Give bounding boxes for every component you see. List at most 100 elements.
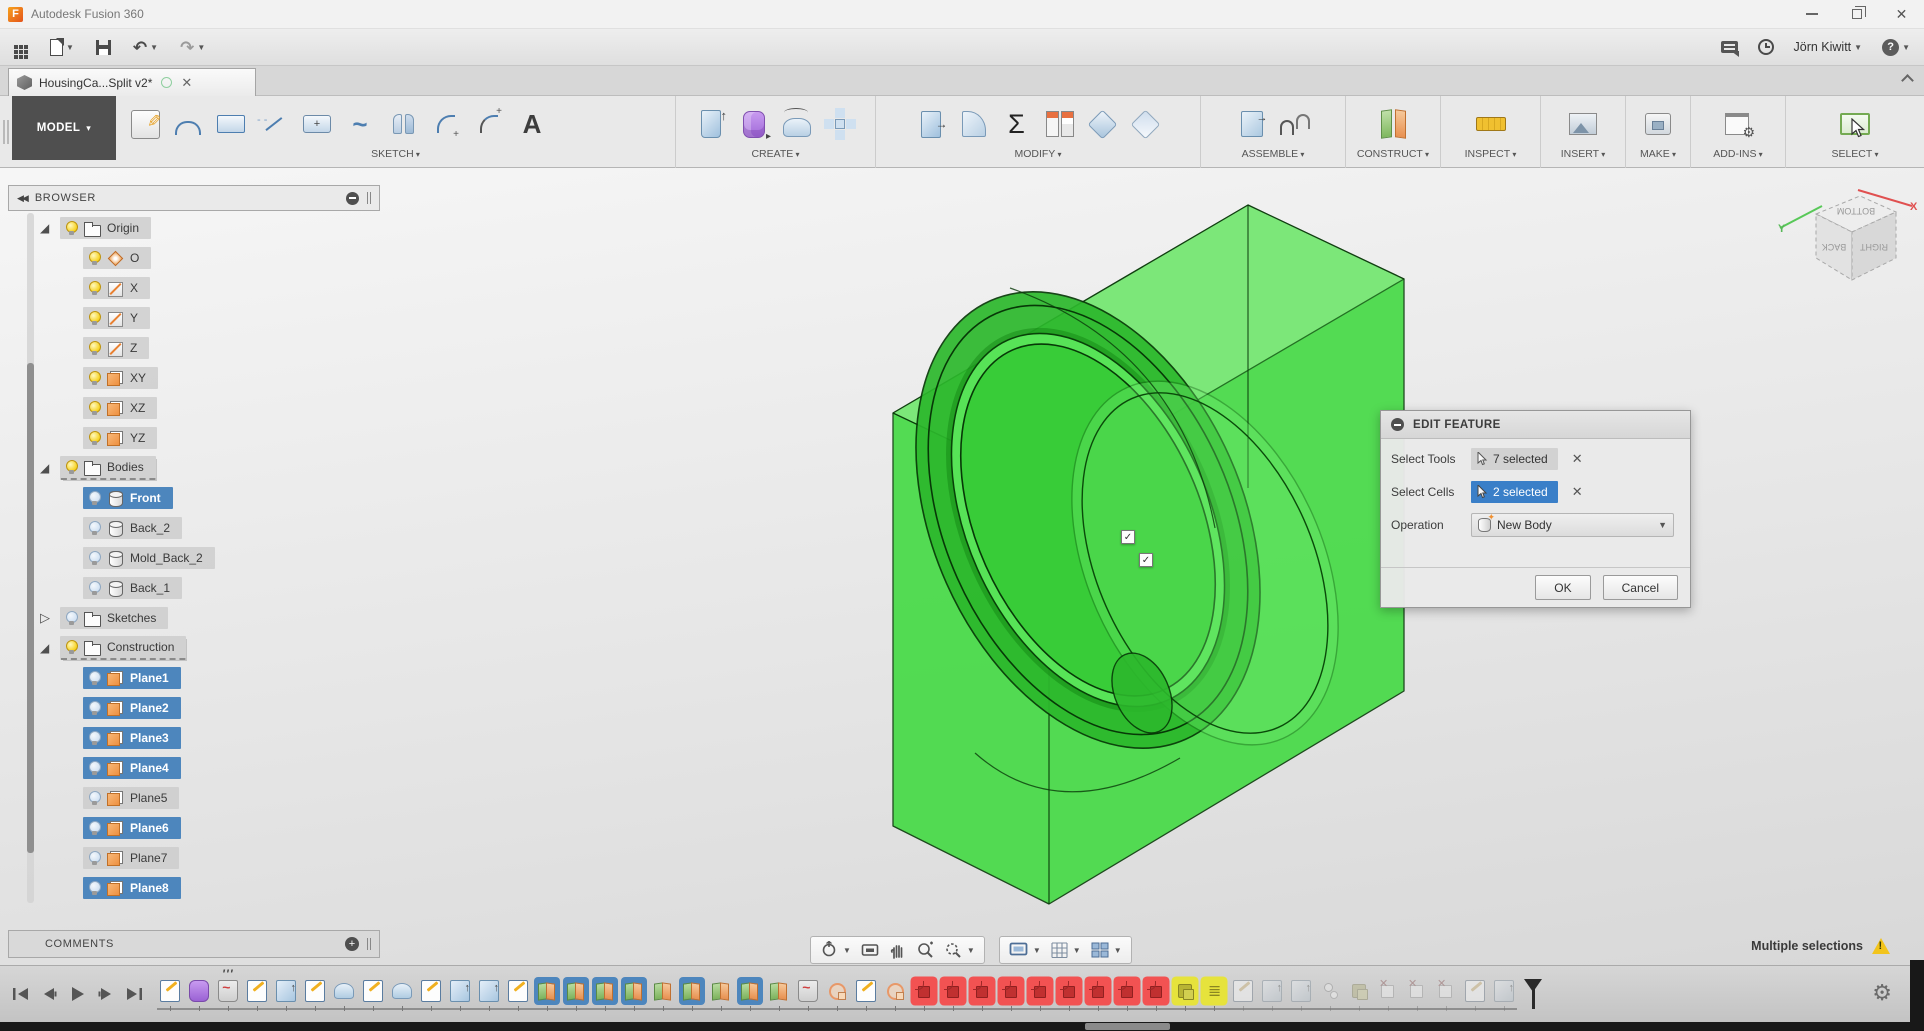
timeline-feature[interactable]	[1348, 979, 1370, 1011]
rectangle-icon[interactable]	[214, 104, 248, 144]
timeline-feature[interactable]	[159, 979, 181, 1011]
visibility-bulb-icon[interactable]	[89, 280, 101, 296]
select-cells-chip[interactable]: 2 selected	[1471, 480, 1558, 503]
tree-item[interactable]: Front	[0, 483, 372, 513]
tree-item-chip[interactable]: Origin	[60, 217, 152, 239]
tree-item[interactable]: Plane3	[0, 723, 372, 753]
timeline-feature[interactable]	[304, 979, 326, 1011]
timeline-feature[interactable]	[1261, 979, 1283, 1011]
app-grid-menu-icon[interactable]	[14, 45, 18, 49]
visibility-bulb-icon[interactable]	[89, 790, 101, 806]
tree-item-chip[interactable]: Plane5	[83, 787, 180, 809]
menu-modify[interactable]: MODIFY	[876, 148, 1200, 168]
close-button[interactable]: ✕	[1879, 0, 1924, 28]
parameters-icon[interactable]	[1000, 104, 1034, 144]
tree-item[interactable]: Y	[0, 303, 372, 333]
timeline-feature[interactable]	[1029, 978, 1051, 1011]
timeline-feature[interactable]	[942, 978, 964, 1011]
menu-inspect[interactable]: INSPECT	[1441, 148, 1540, 168]
tree-item[interactable]: Mold_Back_2	[0, 543, 372, 573]
zoom-window-button[interactable]: ▼	[944, 941, 975, 959]
chamfer-icon[interactable]	[1086, 104, 1120, 144]
visibility-bulb-icon[interactable]	[89, 340, 101, 356]
expand-toggle-icon[interactable]	[40, 641, 60, 655]
panel-minus-icon[interactable]	[346, 191, 359, 205]
timeline-feature[interactable]	[1145, 978, 1167, 1011]
revolve-icon[interactable]	[780, 104, 814, 144]
timeline-scrollbar[interactable]	[0, 1022, 1924, 1031]
tree-item[interactable]: Back_2	[0, 513, 372, 543]
arc-center-icon[interactable]	[472, 104, 506, 144]
look-at-button[interactable]	[861, 942, 879, 958]
view-cube[interactable]: BOTTOM BACK RIGHT Y X	[1770, 180, 1920, 305]
text-icon[interactable]	[515, 104, 549, 144]
visibility-bulb-icon[interactable]	[89, 550, 101, 566]
display-settings-button[interactable]: ▼	[1009, 942, 1041, 958]
visibility-bulb-icon[interactable]	[89, 820, 101, 836]
line-icon[interactable]	[257, 104, 291, 144]
tree-item[interactable]: Plane2	[0, 693, 372, 723]
notifications-button[interactable]	[1720, 41, 1739, 57]
timeline-position-marker[interactable]	[1523, 978, 1543, 1009]
timeline-feature[interactable]	[855, 979, 877, 1011]
timeline-feature[interactable]	[507, 979, 529, 1011]
tree-item-chip[interactable]: Mold_Back_2	[83, 547, 215, 569]
visibility-bulb-icon[interactable]	[89, 250, 101, 266]
viewports-button[interactable]: ▼	[1091, 942, 1122, 958]
clear-selection-icon[interactable]: ✕	[1572, 451, 1583, 467]
sketch-fillet-icon[interactable]	[429, 104, 463, 144]
measure-icon[interactable]	[1474, 104, 1508, 144]
extrude-icon[interactable]	[694, 104, 728, 144]
timeline-scrollbar-thumb[interactable]	[1085, 1023, 1170, 1030]
timeline-feature[interactable]	[913, 978, 935, 1011]
menu-assemble[interactable]: ASSEMBLE	[1201, 148, 1345, 168]
tree-item[interactable]: Construction	[0, 633, 372, 663]
shell-icon[interactable]	[1129, 104, 1163, 144]
tree-item[interactable]: Plane1	[0, 663, 372, 693]
tree-item[interactable]: Plane6	[0, 813, 372, 843]
visibility-bulb-icon[interactable]	[89, 730, 101, 746]
tree-item[interactable]: XY	[0, 363, 372, 393]
timeline-feature[interactable]	[594, 978, 616, 1011]
timeline-feature[interactable]	[652, 979, 674, 1011]
toolbar-grip[interactable]	[0, 96, 12, 167]
visibility-bulb-icon[interactable]	[89, 400, 101, 416]
tree-item-chip[interactable]: Y	[83, 307, 151, 329]
slot-icon[interactable]	[300, 104, 334, 144]
zoom-button[interactable]	[916, 941, 934, 959]
tree-item-chip[interactable]: XZ	[83, 397, 158, 419]
tree-item[interactable]: Plane8	[0, 873, 372, 903]
menu-sketch[interactable]: SKETCH	[116, 148, 675, 168]
user-account-menu[interactable]: Jörn Kiwitt ▼	[1794, 40, 1863, 54]
3d-print-icon[interactable]	[1641, 104, 1675, 144]
pan-button[interactable]	[889, 942, 906, 959]
tree-item[interactable]: Back_1	[0, 573, 372, 603]
timeline-feature[interactable]	[826, 979, 848, 1011]
clear-selection-icon[interactable]: ✕	[1572, 484, 1583, 500]
timeline-feature[interactable]	[449, 979, 471, 1011]
timeline-feature[interactable]	[1232, 979, 1254, 1011]
minimize-button[interactable]	[1789, 0, 1834, 28]
timeline-feature[interactable]	[681, 978, 703, 1011]
tree-item[interactable]: YZ	[0, 423, 372, 453]
document-tab[interactable]: HousingCa...Split v2* ✕	[8, 68, 256, 96]
tree-item-chip[interactable]: Plane3	[83, 727, 181, 749]
timeline-feature[interactable]	[1087, 978, 1109, 1011]
timeline-feature[interactable]	[478, 979, 500, 1011]
tree-item[interactable]: Plane4	[0, 753, 372, 783]
timeline-settings-gear-icon[interactable]: ⚙	[1872, 980, 1892, 1006]
create-sketch-icon[interactable]	[128, 104, 162, 144]
press-pull-icon[interactable]	[914, 104, 948, 144]
dialog-header[interactable]: EDIT FEATURE	[1381, 411, 1690, 439]
panel-resize-handle[interactable]	[367, 938, 371, 950]
comments-panel[interactable]: COMMENTS +	[8, 930, 380, 958]
pattern-icon[interactable]	[823, 104, 857, 144]
visibility-bulb-icon[interactable]	[89, 580, 101, 596]
select-tools-chip[interactable]: 7 selected	[1471, 447, 1558, 470]
visibility-bulb-icon[interactable]	[89, 310, 101, 326]
visibility-bulb-icon[interactable]	[89, 490, 101, 506]
fillet-icon[interactable]	[957, 104, 991, 144]
cancel-button[interactable]: Cancel	[1602, 575, 1678, 600]
timeline-feature[interactable]	[362, 979, 384, 1011]
visibility-bulb-icon[interactable]	[66, 220, 78, 236]
